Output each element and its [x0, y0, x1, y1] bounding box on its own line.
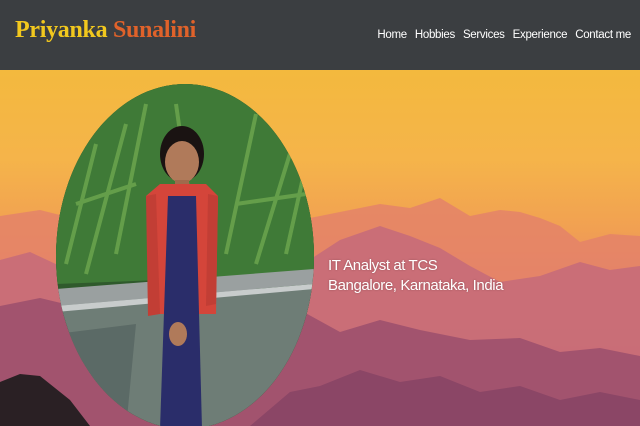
- brand-first-name: Priyanka: [15, 17, 108, 43]
- nav-hobbies-link[interactable]: Hobbies: [415, 29, 455, 41]
- profile-photo: [56, 84, 314, 426]
- brand-last-name: Sunalini: [112, 17, 196, 43]
- top-navbar: Priyanka Sunalini Home Hobbies Services …: [0, 0, 640, 70]
- nav-contact-link[interactable]: Contact me: [575, 29, 631, 41]
- hero-section: IT Analyst at TCS Bangalore, Karnataka, …: [0, 70, 640, 426]
- nav-experience-link[interactable]: Experience: [513, 29, 568, 41]
- job-title: IT Analyst at TCS: [328, 257, 438, 274]
- site-logo[interactable]: Priyanka Sunalini: [15, 17, 196, 44]
- main-nav: Home Hobbies Services Experience Contact…: [377, 29, 631, 41]
- profile-info: IT Analyst at TCS Bangalore, Karnataka, …: [328, 256, 504, 296]
- nav-services-link[interactable]: Services: [463, 29, 505, 41]
- nav-home-link[interactable]: Home: [377, 29, 407, 41]
- location-text: Bangalore, Karnataka, India: [328, 277, 504, 294]
